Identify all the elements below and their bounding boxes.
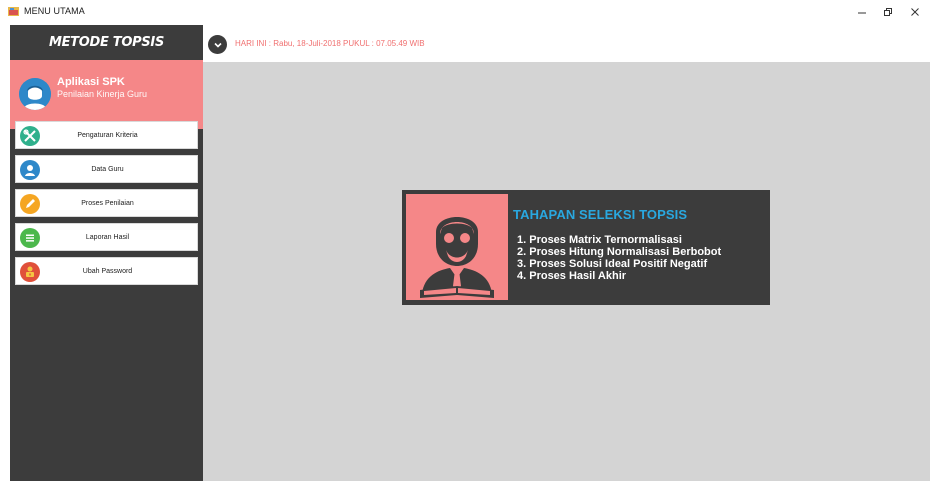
sidebar-title: METODE TOPSIS — [48, 35, 165, 50]
topsis-info-card: TAHAPAN SELEKSI TOPSIS 1. Proses Matrix … — [402, 190, 770, 305]
close-button[interactable] — [903, 0, 927, 24]
menu-toggle-button[interactable] — [208, 35, 227, 54]
restore-icon — [884, 8, 892, 16]
minimize-icon — [858, 12, 866, 14]
profile-panel: Aplikasi SPK Penilaian Kinerja Guru — [10, 60, 203, 129]
info-title: TAHAPAN SELEKSI TOPSIS — [513, 207, 688, 222]
window-title: MENU UTAMA — [24, 6, 85, 16]
list-item: 4. Proses Hasil Akhir — [517, 270, 627, 282]
menu-label: Proses Penilaian — [81, 200, 134, 207]
user-avatar-icon — [19, 78, 51, 110]
menu-data-guru-button[interactable]: Data Guru — [15, 155, 198, 183]
professor-illustration — [406, 194, 508, 300]
list-item: 3. Proses Solusi Ideal Positif Negatif — [517, 258, 708, 270]
main-content: TAHAPAN SELEKSI TOPSIS 1. Proses Matrix … — [203, 62, 930, 481]
sidebar: METODE TOPSIS Aplikasi SPK Penilaian Kin… — [10, 25, 203, 481]
maximize-button[interactable] — [876, 0, 900, 24]
menu-label: Ubah Password — [82, 268, 133, 275]
menu-label: Laporan Hasil — [85, 234, 130, 241]
menu-laporan-hasil-button[interactable]: Laporan Hasil — [15, 223, 198, 251]
menu-label: Data Guru — [91, 166, 124, 173]
datetime-label: HARI INI : Rabu, 18-Juli-2018 PUKUL : 07… — [235, 39, 425, 48]
menu-pengaturan-kriteria-button[interactable]: Pengaturan Kriteria — [15, 121, 198, 149]
avatar — [19, 78, 51, 110]
professor-icon — [420, 217, 494, 298]
profile-subtitle: Penilaian Kinerja Guru — [57, 89, 148, 99]
menu-proses-penilaian-button[interactable]: Proses Penilaian — [15, 189, 198, 217]
app-window: MENU UTAMA METODE TOPSIS Aplikasi SPK Pe… — [0, 0, 930, 481]
menu-label: Pengaturan Kriteria — [77, 132, 138, 139]
minimize-button[interactable] — [850, 0, 874, 24]
top-bar: HARI INI : Rabu, 18-Juli-2018 PUKUL : 07… — [203, 25, 930, 62]
list-item: 2. Proses Hitung Normalisasi Berbobot — [517, 246, 722, 258]
list-item: 1. Proses Matrix Ternormalisasi — [517, 234, 682, 246]
close-icon — [911, 8, 919, 16]
profile-title: Aplikasi SPK — [57, 76, 125, 88]
app-icon — [8, 7, 19, 16]
steps-list: 1. Proses Matrix Ternormalisasi 2. Prose… — [517, 234, 721, 282]
chevron-down-icon — [213, 42, 222, 48]
title-bar: MENU UTAMA — [0, 0, 930, 24]
menu-ubah-password-button[interactable]: Ubah Password — [15, 257, 198, 285]
